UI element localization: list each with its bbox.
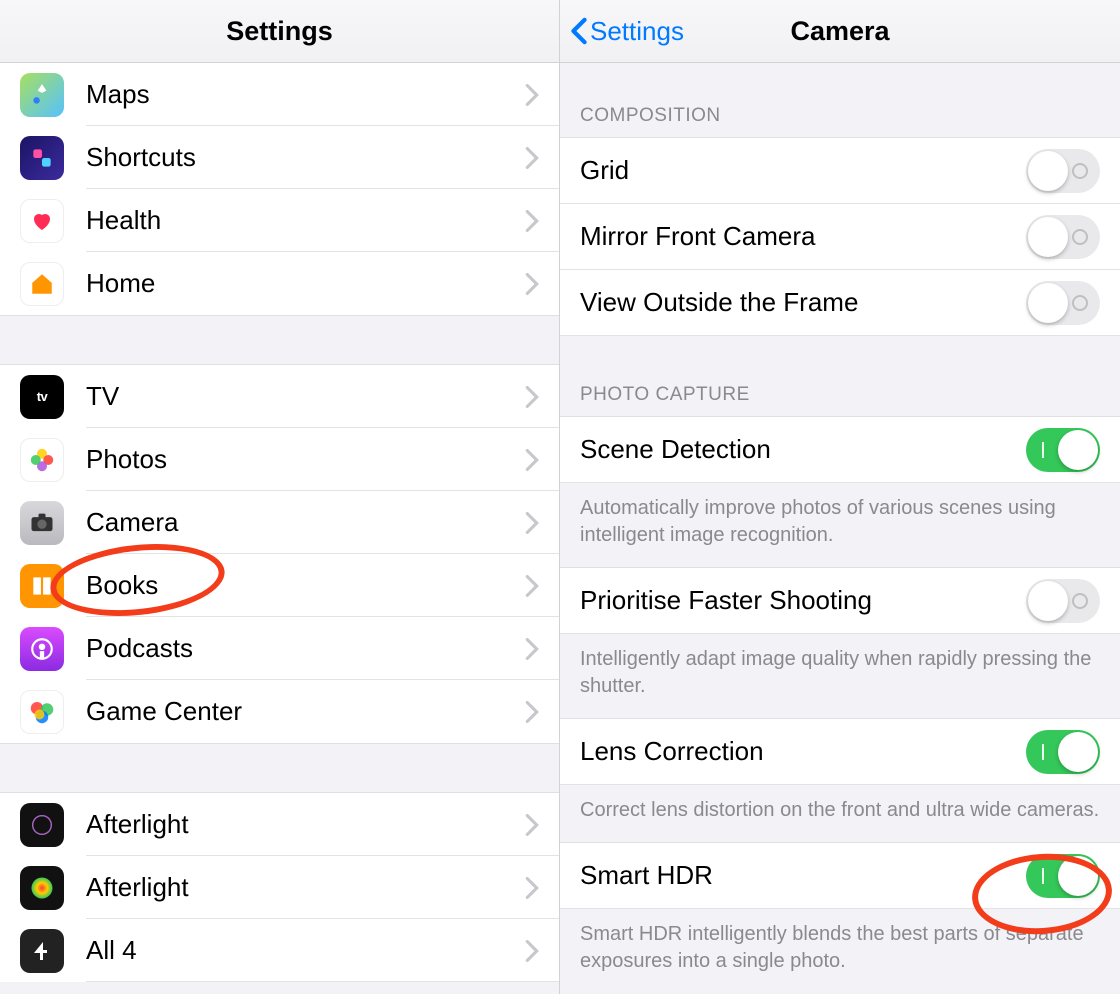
chevron-right-icon xyxy=(525,940,539,962)
row-label: Game Center xyxy=(86,696,525,727)
row-label: Lens Correction xyxy=(580,736,1026,767)
photos-icon xyxy=(20,438,64,482)
section-header-composition: COMPOSITION xyxy=(560,63,1120,137)
afterlight2-icon xyxy=(20,866,64,910)
chevron-right-icon xyxy=(525,814,539,836)
books-icon xyxy=(20,564,64,608)
camera-settings-scroll[interactable]: COMPOSITION Grid Mirror Front Camera Vie… xyxy=(560,63,1120,994)
all4-icon xyxy=(20,929,64,973)
footer-lens-correction: Correct lens distortion on the front and… xyxy=(560,785,1120,842)
row-grid[interactable]: Grid xyxy=(560,138,1120,204)
row-view-outside-frame[interactable]: View Outside the Frame xyxy=(560,270,1120,336)
footer-smart-hdr: Smart HDR intelligently blends the best … xyxy=(560,909,1120,993)
chevron-right-icon xyxy=(525,575,539,597)
toggle-grid[interactable] xyxy=(1026,149,1100,193)
back-label: Settings xyxy=(590,16,684,47)
row-label: Smart HDR xyxy=(580,860,1026,891)
tv-icon: tv xyxy=(20,375,64,419)
row-mirror-front-camera[interactable]: Mirror Front Camera xyxy=(560,204,1120,270)
row-label: Afterlight xyxy=(86,809,525,840)
row-books[interactable]: Books xyxy=(0,554,559,617)
chevron-right-icon xyxy=(525,273,539,295)
group-separator xyxy=(0,743,559,793)
gamecenter-icon xyxy=(20,690,64,734)
row-label: Books xyxy=(86,570,525,601)
camera-icon xyxy=(20,501,64,545)
chevron-right-icon xyxy=(525,877,539,899)
group-separator xyxy=(0,315,559,365)
settings-group-1: tv TV Photos xyxy=(0,365,559,743)
toggle-scene-detection[interactable] xyxy=(1026,428,1100,472)
chevron-right-icon xyxy=(525,84,539,106)
row-home[interactable]: Home xyxy=(0,252,559,315)
toggle-prioritise-faster-shooting[interactable] xyxy=(1026,579,1100,623)
health-icon xyxy=(20,199,64,243)
row-scene-detection[interactable]: Scene Detection xyxy=(560,417,1120,483)
toggle-smart-hdr[interactable] xyxy=(1026,854,1100,898)
row-health[interactable]: Health xyxy=(0,189,559,252)
row-label: Shortcuts xyxy=(86,142,525,173)
row-label: TV xyxy=(86,381,525,412)
row-label: Camera xyxy=(86,507,525,538)
settings-group-2: Afterlight Afterlight All 4 xyxy=(0,793,559,982)
chevron-right-icon xyxy=(525,512,539,534)
settings-title: Settings xyxy=(226,16,333,47)
camera-navbar: Settings Camera xyxy=(560,0,1120,63)
afterlight-icon xyxy=(20,803,64,847)
maps-icon xyxy=(20,73,64,117)
back-button[interactable]: Settings xyxy=(570,0,684,62)
toggle-view-outside-frame[interactable] xyxy=(1026,281,1100,325)
chevron-right-icon xyxy=(525,638,539,660)
settings-panel: Settings Maps Shortcuts xyxy=(0,0,560,994)
row-shortcuts[interactable]: Shortcuts xyxy=(0,126,559,189)
row-label: Maps xyxy=(86,79,525,110)
row-label: Podcasts xyxy=(86,633,525,664)
row-podcasts[interactable]: Podcasts xyxy=(0,617,559,680)
chevron-right-icon xyxy=(525,386,539,408)
row-smart-hdr[interactable]: Smart HDR xyxy=(560,843,1120,909)
toggle-lens-correction[interactable] xyxy=(1026,730,1100,774)
settings-group-0: Maps Shortcuts Health xyxy=(0,63,559,315)
row-label: Grid xyxy=(580,155,1026,186)
chevron-right-icon xyxy=(525,210,539,232)
footer-scene-detection: Automatically improve photos of various … xyxy=(560,483,1120,567)
row-lens-correction[interactable]: Lens Correction xyxy=(560,719,1120,785)
settings-list-scroll[interactable]: Maps Shortcuts Health xyxy=(0,63,559,994)
row-afterlight-1[interactable]: Afterlight xyxy=(0,793,559,856)
podcasts-icon xyxy=(20,627,64,671)
row-maps[interactable]: Maps xyxy=(0,63,559,126)
chevron-left-icon xyxy=(570,17,588,45)
chevron-right-icon xyxy=(525,449,539,471)
home-icon xyxy=(20,262,64,306)
shortcuts-icon xyxy=(20,136,64,180)
row-tv[interactable]: tv TV xyxy=(0,365,559,428)
row-label: Afterlight xyxy=(86,872,525,903)
toggle-mirror-front-camera[interactable] xyxy=(1026,215,1100,259)
row-all4[interactable]: All 4 xyxy=(0,919,559,982)
settings-navbar: Settings xyxy=(0,0,559,63)
row-label: Scene Detection xyxy=(580,434,1026,465)
chevron-right-icon xyxy=(525,701,539,723)
row-label: Prioritise Faster Shooting xyxy=(580,585,1026,616)
camera-settings-panel: Settings Camera COMPOSITION Grid Mirror … xyxy=(560,0,1120,994)
row-gamecenter[interactable]: Game Center xyxy=(0,680,559,743)
row-camera[interactable]: Camera xyxy=(0,491,559,554)
row-label: Mirror Front Camera xyxy=(580,221,1026,252)
chevron-right-icon xyxy=(525,147,539,169)
row-label: All 4 xyxy=(86,935,525,966)
footer-faster-shooting: Intelligently adapt image quality when r… xyxy=(560,634,1120,718)
row-label: Health xyxy=(86,205,525,236)
row-prioritise-faster-shooting[interactable]: Prioritise Faster Shooting xyxy=(560,568,1120,634)
row-photos[interactable]: Photos xyxy=(0,428,559,491)
section-header-photo-capture: PHOTO CAPTURE xyxy=(560,336,1120,416)
row-afterlight-2[interactable]: Afterlight xyxy=(0,856,559,919)
camera-title: Camera xyxy=(790,16,889,47)
row-label: Home xyxy=(86,268,525,299)
row-label: Photos xyxy=(86,444,525,475)
row-label: View Outside the Frame xyxy=(580,287,1026,318)
